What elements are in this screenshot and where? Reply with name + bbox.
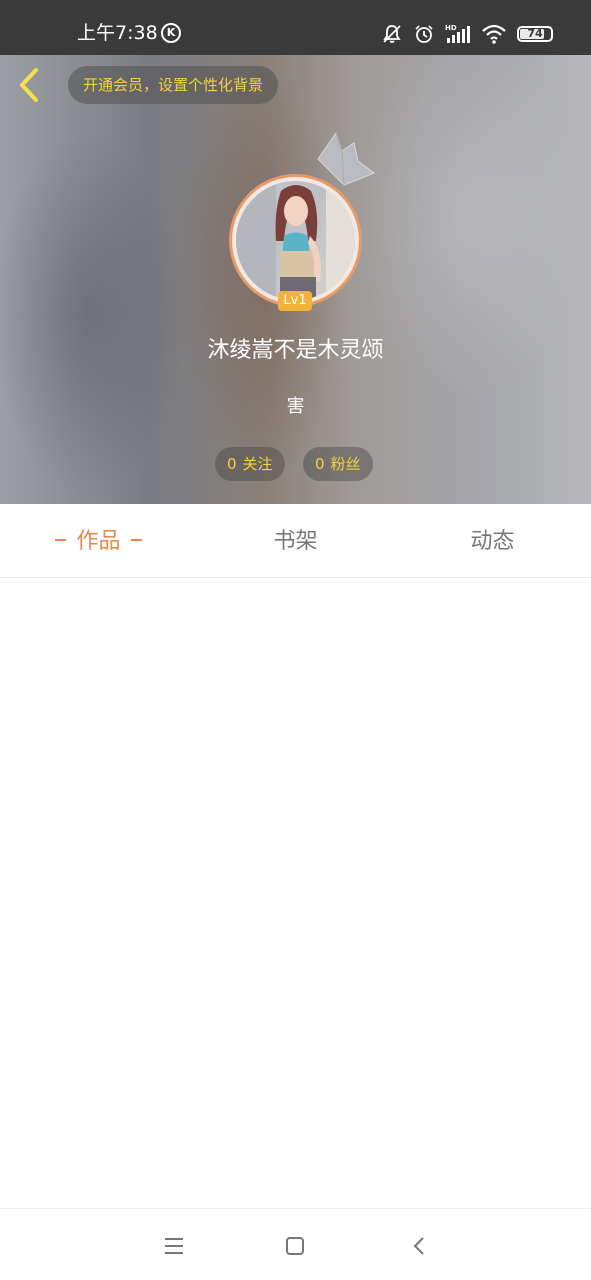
username: 沐绫嵩不是木灵颂 (207, 338, 384, 363)
active-indicator-left (55, 539, 67, 541)
tab-activity-label: 动态 (470, 529, 515, 554)
active-indicator-right (130, 539, 142, 541)
k-badge-icon: K (161, 23, 181, 43)
fans-count: 0 (315, 455, 325, 473)
works-content-area (0, 578, 591, 1208)
profile-header: 开通会员，设置个性化背景 Lv1 沐绫嵩不是木灵颂 害 0 关注 0 粉丝 (0, 55, 591, 504)
svg-text:HD: HD (445, 24, 457, 32)
profile-tabs: 作品 书架 动态 (0, 504, 591, 578)
following-label: 关注 (242, 455, 273, 473)
tab-bookshelf-label: 书架 (273, 529, 318, 554)
avatar[interactable] (229, 174, 362, 307)
back-button[interactable] (12, 65, 46, 105)
battery-level: 74 (527, 27, 543, 40)
following-count: 0 (227, 455, 237, 473)
mute-bell-icon (383, 25, 401, 43)
tab-activity[interactable]: 动态 (394, 504, 591, 578)
avatar-image (236, 181, 355, 300)
following-count-button[interactable]: 0 关注 (215, 447, 285, 481)
hd-signal-icon: HD (445, 24, 470, 43)
tab-bookshelf[interactable]: 书架 (197, 504, 394, 578)
alarm-icon (415, 25, 433, 43)
fans-label: 粉丝 (330, 455, 361, 473)
status-time: 上午7:38 (77, 22, 158, 44)
level-badge: Lv1 (278, 291, 312, 311)
signature: 害 (286, 396, 305, 417)
status-bar: 上午7:38 K HD 74 (0, 0, 591, 55)
tab-works-label: 作品 (76, 529, 121, 554)
battery-icon: 74 (517, 26, 553, 42)
tab-works[interactable]: 作品 (0, 504, 197, 578)
vip-background-banner[interactable]: 开通会员，设置个性化背景 (68, 66, 279, 104)
fans-count-button[interactable]: 0 粉丝 (303, 447, 373, 481)
crown-icon (317, 131, 376, 186)
status-icons: HD 74 (381, 22, 553, 46)
home-icon[interactable] (283, 1234, 307, 1258)
back-icon[interactable] (408, 1234, 432, 1258)
system-nav-bar (0, 1208, 591, 1280)
wifi-icon (482, 24, 506, 44)
menu-icon[interactable] (162, 1234, 186, 1258)
